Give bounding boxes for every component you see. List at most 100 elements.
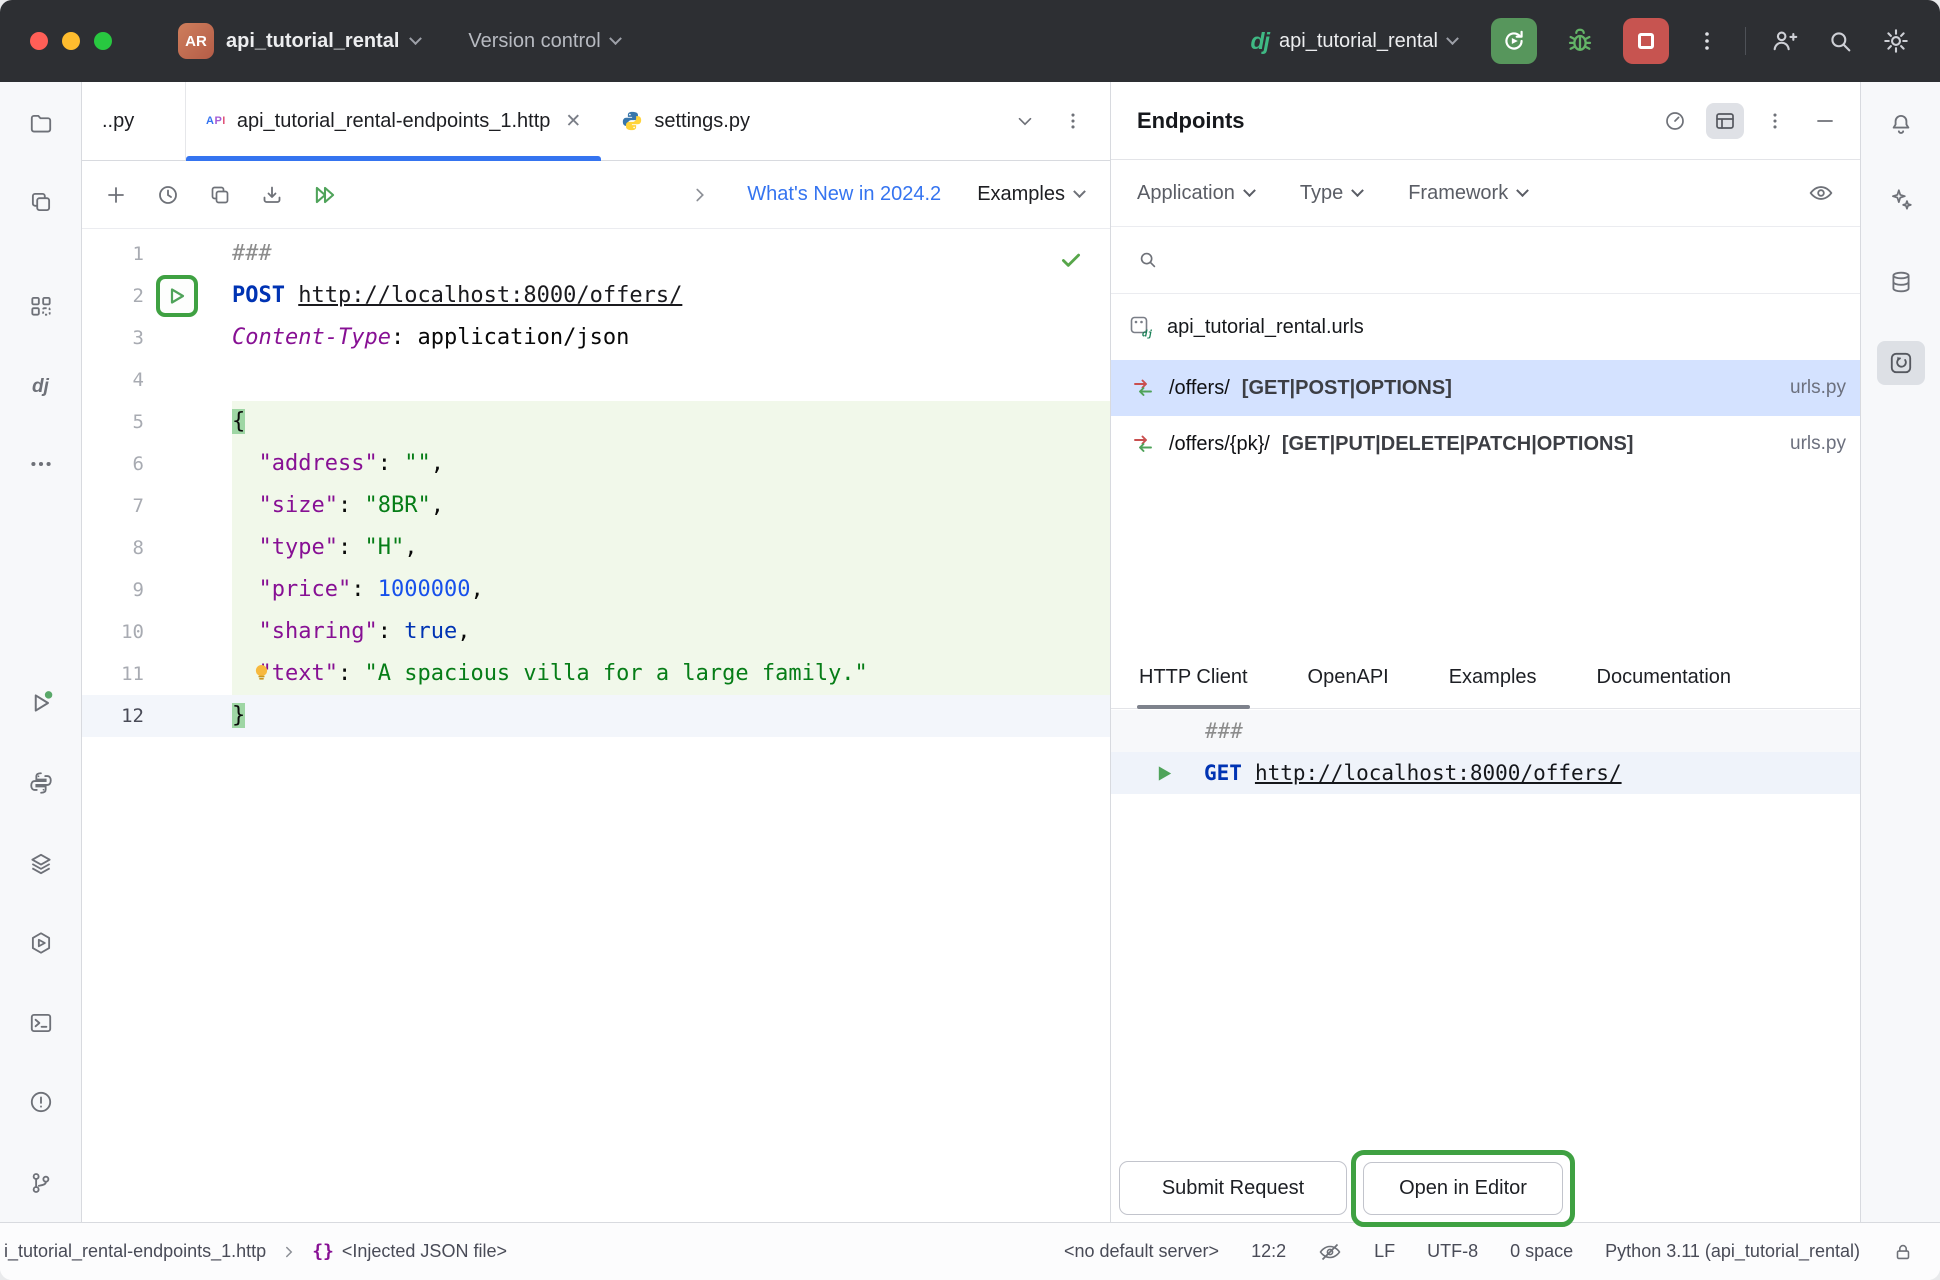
hide-panel-icon[interactable] [1806, 103, 1844, 139]
endpoint-methods: [GET|POST|OPTIONS] [1242, 377, 1452, 400]
status-bar: i_tutorial_rental-endpoints_1.http {} <I… [0, 1222, 1940, 1280]
endpoint-row-offers-pk[interactable]: /offers/{pk}/ [GET|PUT|DELETE|PATCH|OPTI… [1111, 416, 1860, 472]
run-tool-window-icon[interactable] [17, 681, 65, 725]
intention-bulb-icon[interactable] [252, 663, 271, 682]
filter-application[interactable]: Application [1137, 182, 1254, 205]
line-number: 2 [82, 275, 144, 317]
line-number: 10 [82, 611, 144, 653]
project-widget[interactable]: AR api_tutorial_rental [178, 23, 420, 59]
default-server-widget[interactable]: <no default server> [1064, 1241, 1219, 1262]
settings-gear-icon[interactable] [1878, 23, 1914, 59]
django-module-icon: dj [1129, 315, 1153, 339]
examples-dropdown[interactable]: Examples [977, 183, 1084, 206]
code-line-12: 12} [82, 695, 1110, 737]
caret-position-widget[interactable]: 12:2 [1251, 1241, 1286, 1262]
injected-fragment-widget[interactable]: {} <Injected JSON file> [312, 1241, 507, 1262]
ai-assistant-icon[interactable] [1877, 178, 1925, 222]
breadcrumb-file[interactable]: i_tutorial_rental-endpoints_1.http [4, 1241, 266, 1262]
endpoint-row-offers[interactable]: /offers/ [GET|POST|OPTIONS] urls.py [1111, 360, 1860, 416]
add-user-button[interactable] [1766, 23, 1802, 59]
notifications-bell-icon[interactable] [1877, 102, 1925, 146]
left-tool-strip: dj [0, 82, 82, 1222]
tab-documentation[interactable]: Documentation [1595, 646, 1734, 708]
debug-button[interactable] [1557, 18, 1603, 64]
encoding-widget[interactable]: UTF-8 [1427, 1241, 1478, 1262]
chevron-down-icon [609, 32, 622, 45]
http-editor[interactable]: 1###2POST http://localhost:8000/offers/3… [82, 229, 1110, 1222]
add-request-icon[interactable] [104, 183, 128, 207]
interpreter-widget[interactable]: Python 3.11 (api_tutorial_rental) [1605, 1241, 1860, 1262]
code-line-10: 10 "sharing": true, [82, 611, 1110, 653]
whats-new-link[interactable]: What's New in 2024.2 [747, 183, 941, 206]
code-line-6: 6 "address": "", [82, 443, 1110, 485]
filter-framework[interactable]: Framework [1408, 182, 1527, 205]
endpoints-search-input[interactable] [1173, 248, 1834, 273]
fullscreen-window-button[interactable] [94, 32, 112, 50]
tab-partial-py[interactable]: ..py [82, 82, 186, 160]
tab-label: api_tutorial_rental-endpoints_1.http [237, 110, 551, 133]
run-all-requests-icon[interactable] [312, 182, 338, 208]
details-view-icon[interactable] [1706, 103, 1744, 139]
preview-comment-line: ### [1111, 710, 1860, 752]
run-button[interactable] [1491, 18, 1537, 64]
lock-icon[interactable] [1892, 1241, 1914, 1263]
chevron-right-icon[interactable] [689, 184, 711, 206]
open-in-editor-button[interactable]: Open in Editor [1363, 1162, 1563, 1215]
tab-http-file[interactable]: API api_tutorial_rental-endpoints_1.http… [186, 82, 601, 160]
endpoint-file: urls.py [1790, 433, 1846, 455]
line-separator-widget[interactable]: LF [1374, 1241, 1395, 1262]
editor-lines: 1###2POST http://localhost:8000/offers/3… [82, 233, 1110, 737]
line-number: 5 [82, 401, 144, 443]
tab-openapi[interactable]: OpenAPI [1306, 646, 1391, 708]
django-structure-icon[interactable]: dj [17, 365, 65, 409]
module-row[interactable]: dj api_tutorial_rental.urls [1111, 294, 1860, 360]
structure-icon[interactable] [17, 284, 65, 328]
run-config-widget[interactable]: dj api_tutorial_rental [1251, 28, 1457, 55]
chevron-down-icon[interactable] [1014, 110, 1036, 132]
vcs-widget[interactable]: Version control [468, 30, 619, 53]
vcs-label: Version control [468, 30, 600, 53]
python-console-icon[interactable] [17, 761, 65, 805]
minimize-window-button[interactable] [62, 32, 80, 50]
git-branch-icon[interactable] [17, 1161, 65, 1205]
problems-icon[interactable] [17, 1080, 65, 1124]
more-tool-windows-icon[interactable] [17, 442, 65, 486]
more-actions-menu[interactable] [1689, 23, 1725, 59]
chevron-down-icon [1243, 184, 1256, 197]
terminal-icon[interactable] [17, 1001, 65, 1045]
inspection-highlight-off-icon[interactable] [1318, 1240, 1342, 1264]
close-window-button[interactable] [30, 32, 48, 50]
tab-options-kebab-icon[interactable] [1062, 110, 1084, 132]
line-number: 3 [82, 317, 144, 359]
panel-options-kebab-icon[interactable] [1756, 103, 1794, 139]
gauge-icon[interactable] [1656, 103, 1694, 139]
import-download-icon[interactable] [260, 183, 284, 207]
run-request-gutter-button[interactable] [156, 275, 198, 317]
history-clock-icon[interactable] [156, 183, 180, 207]
commit-icon[interactable] [17, 180, 65, 224]
project-folder-icon[interactable] [17, 102, 65, 146]
code-line-9: 9 "price": 1000000, [82, 569, 1110, 611]
tab-examples[interactable]: Examples [1447, 646, 1539, 708]
stop-button[interactable] [1623, 18, 1669, 64]
copy-request-icon[interactable] [208, 183, 232, 207]
close-tab-icon[interactable]: ✕ [565, 110, 581, 133]
search-icon [1137, 249, 1159, 271]
filter-type[interactable]: Type [1300, 182, 1362, 205]
django-logo: dj [1251, 28, 1269, 55]
submit-request-button[interactable]: Submit Request [1119, 1161, 1347, 1215]
indent-widget[interactable]: 0 space [1510, 1241, 1573, 1262]
search-everywhere-icon[interactable] [1822, 23, 1858, 59]
services-layers-icon[interactable] [17, 842, 65, 886]
view-options-eye-icon[interactable] [1808, 180, 1834, 206]
tab-http-client[interactable]: HTTP Client [1137, 646, 1250, 708]
preview-request-line[interactable]: GET http://localhost:8000/offers/ [1111, 752, 1860, 794]
inspections-ok-icon[interactable] [1058, 247, 1084, 273]
tab-settings-py[interactable]: settings.py [601, 82, 770, 160]
hexagon-play-icon[interactable] [17, 921, 65, 965]
database-icon[interactable] [1877, 260, 1925, 304]
braces-icon: {} [312, 1241, 334, 1262]
line-number: 6 [82, 443, 144, 485]
endpoints-tool-window-icon[interactable] [1877, 341, 1925, 385]
run-request-icon[interactable] [1155, 764, 1174, 783]
